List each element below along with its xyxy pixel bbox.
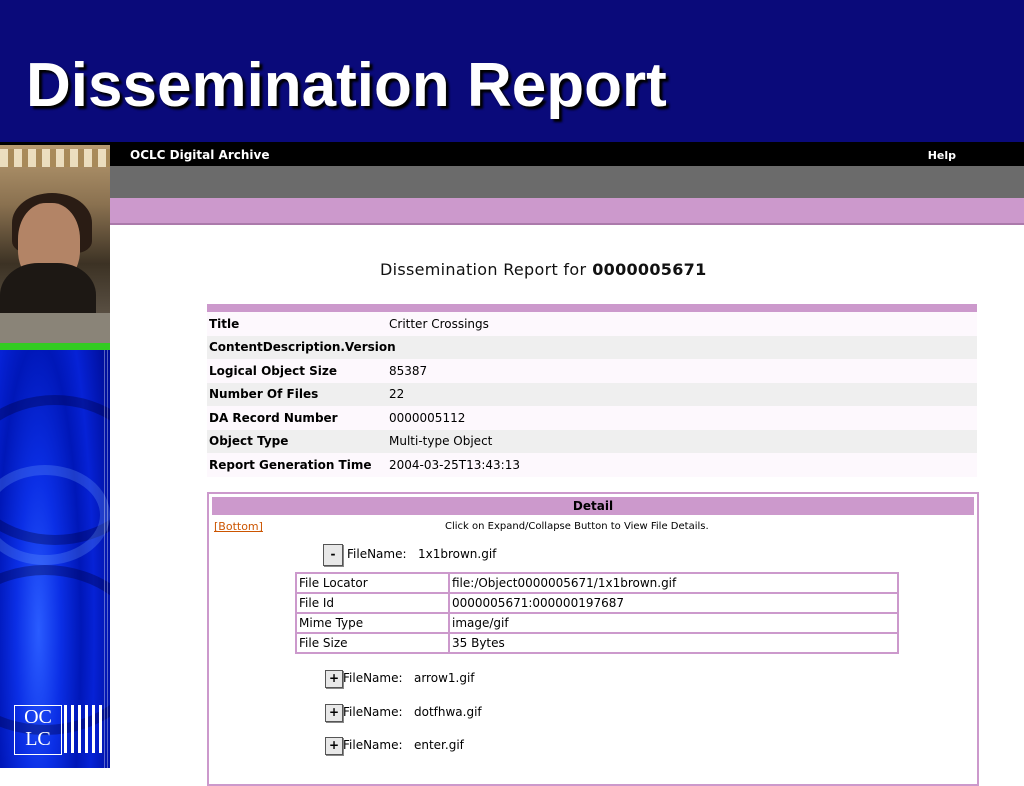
summary-table: Title Critter Crossings ContentDescripti… — [207, 304, 977, 477]
summary-key: DA Record Number — [209, 410, 338, 425]
summary-row: Number Of Files 22 — [207, 382, 977, 406]
report-object-id: 0000005671 — [592, 260, 707, 279]
detail-header: Detail — [212, 497, 974, 515]
app-name: OCLC Digital Archive — [130, 148, 270, 162]
summary-value: 0000005112 — [389, 410, 466, 425]
app-nav-bar — [110, 198, 1024, 225]
file-name-value: 1x1brown.gif — [417, 547, 497, 561]
file-detail-row: File Id 0000005671:000000197687 — [295, 592, 899, 614]
slide-title: Dissemination Report — [26, 51, 667, 120]
collapse-button[interactable]: - — [323, 544, 343, 566]
oclc-logo-letters: OC LC — [14, 705, 62, 755]
summary-key: ContentDescription.Version — [209, 340, 396, 355]
logo-line-2: LC — [25, 728, 51, 750]
file-name-value: dotfhwa.gif — [413, 705, 482, 719]
report-heading-prefix: Dissemination Report for — [380, 260, 587, 279]
summary-value: Multi-type Object — [389, 434, 493, 449]
summary-row: Object Type Multi-type Object — [207, 429, 977, 453]
ceiling-lights — [0, 149, 110, 167]
file-name-value: arrow1.gif — [413, 671, 475, 685]
expand-button[interactable]: + — [325, 704, 343, 722]
report-heading: Dissemination Report for 0000005671 — [380, 260, 900, 279]
summary-key: Object Type — [209, 434, 289, 449]
summary-top-rule — [207, 304, 977, 312]
file-name-row: FileName: dotfhwa.gif — [343, 705, 482, 719]
slide-header: Dissemination Report — [0, 0, 1024, 145]
file-detail-row: Mime Type image/gif — [295, 612, 899, 634]
summary-value: 2004-03-25T13:43:13 — [389, 457, 520, 472]
file-name-label: FileName: — [343, 738, 403, 752]
file-detail-row: File Locator file:/Object0000005671/1x1b… — [295, 572, 899, 594]
stripe-decoration — [104, 350, 110, 768]
summary-value: 85387 — [389, 363, 428, 378]
summary-row: Report Generation Time 2004-03-25T13:43:… — [207, 453, 977, 477]
file-detail-key: Mime Type — [295, 612, 450, 634]
file-detail-key: File Locator — [295, 572, 450, 594]
file-detail-key: File Size — [295, 632, 450, 654]
file-name-row: FileName: arrow1.gif — [343, 671, 475, 685]
file-detail-value: 35 Bytes — [448, 632, 899, 654]
file-name-row: FileName: 1x1brown.gif — [347, 547, 496, 561]
file-detail-value: file:/Object0000005671/1x1brown.gif — [448, 572, 899, 594]
file-detail-key: File Id — [295, 592, 450, 614]
file-detail-row: File Size 35 Bytes — [295, 632, 899, 654]
summary-row: Logical Object Size 85387 — [207, 359, 977, 383]
file-name-row: FileName: enter.gif — [343, 738, 464, 752]
bottom-link[interactable]: [Bottom] — [214, 520, 263, 533]
summary-row: ContentDescription.Version — [207, 335, 977, 359]
summary-key: Report Generation Time — [209, 457, 372, 472]
left-decorative-panel: OC LC — [0, 145, 110, 768]
help-link[interactable]: Help — [928, 148, 956, 163]
file-detail-value: 0000005671:000000197687 — [448, 592, 899, 614]
summary-row: Title Critter Crossings — [207, 312, 977, 336]
summary-key: Number Of Files — [209, 387, 319, 402]
file-name-label: FileName: — [347, 547, 407, 561]
summary-row: DA Record Number 0000005112 — [207, 406, 977, 430]
app-top-bar: OCLC Digital Archive Help — [110, 145, 1024, 166]
green-accent-bar — [0, 343, 110, 350]
detail-instruction: Click on Expand/Collapse Button to View … — [445, 521, 709, 532]
summary-value: 22 — [389, 387, 405, 402]
expand-button[interactable]: + — [325, 670, 343, 688]
file-details-table: File Locator file:/Object0000005671/1x1b… — [295, 572, 899, 654]
oclc-logo: OC LC — [14, 705, 104, 755]
app-toolbar — [110, 166, 1024, 198]
file-name-label: FileName: — [343, 671, 403, 685]
summary-key: Title — [209, 316, 240, 331]
logo-line-1: OC — [24, 706, 52, 728]
photo-desk — [0, 313, 110, 343]
expand-button[interactable]: + — [325, 737, 343, 755]
oclc-logo-bars — [64, 705, 102, 753]
detail-panel: Detail [Bottom] Click on Expand/Collapse… — [207, 492, 979, 786]
reader-photo — [0, 145, 110, 343]
file-name-label: FileName: — [343, 705, 403, 719]
file-name-value: enter.gif — [413, 738, 464, 752]
summary-key: Logical Object Size — [209, 363, 338, 378]
summary-value: Critter Crossings — [389, 316, 489, 331]
file-detail-value: image/gif — [448, 612, 899, 634]
